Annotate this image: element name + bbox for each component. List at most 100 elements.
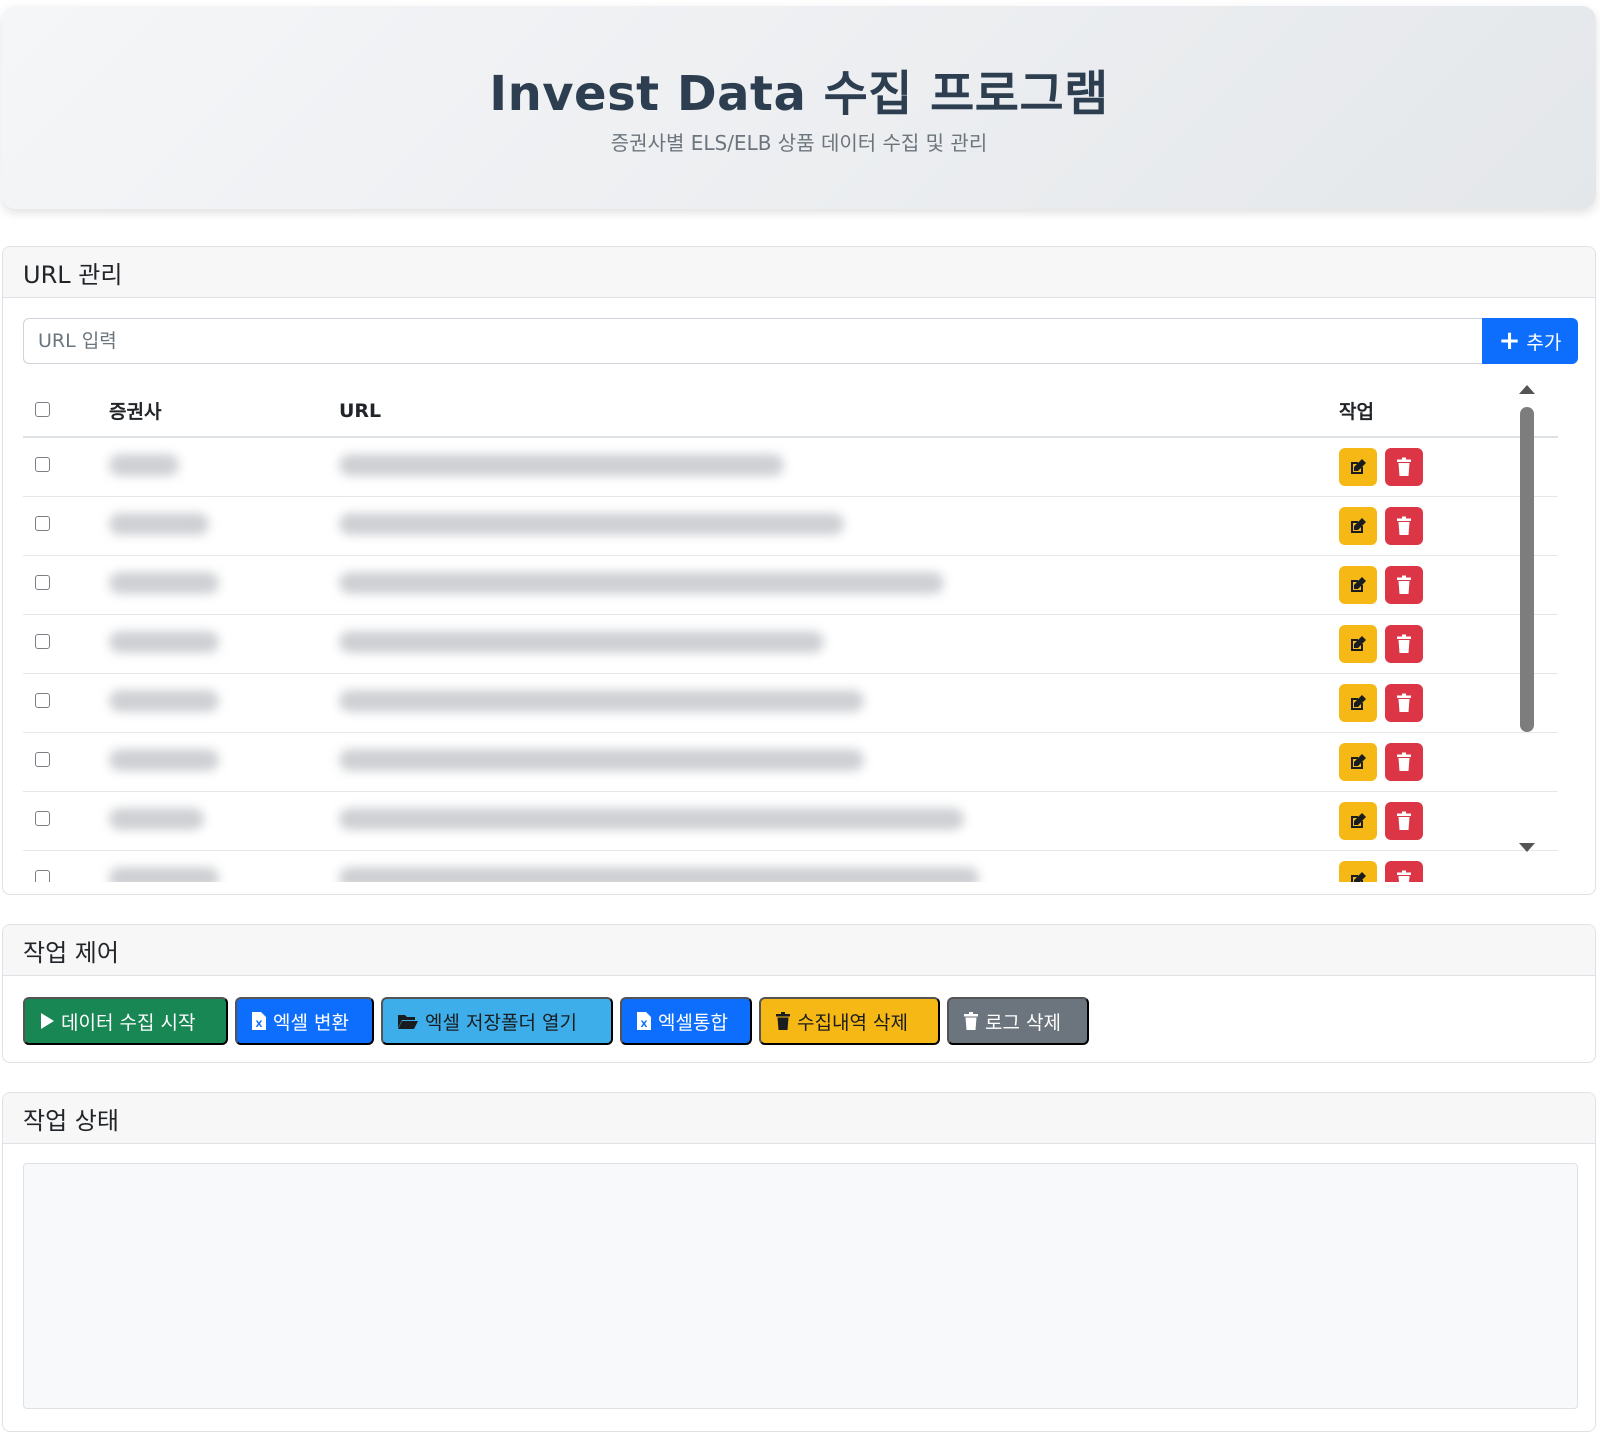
edit-button[interactable] <box>1339 447 1377 486</box>
start-collection-button[interactable]: 데이터 수집 시작 <box>23 997 228 1045</box>
start-collection-label: 데이터 수집 시작 <box>61 1011 196 1034</box>
url-cell <box>339 512 844 535</box>
url-cell <box>339 748 864 771</box>
delete-button[interactable] <box>1385 506 1423 545</box>
trash-icon <box>1397 457 1411 476</box>
edit-icon <box>1351 576 1366 592</box>
delete-log-button[interactable]: 로그 삭제 <box>947 997 1089 1045</box>
row-checkbox[interactable] <box>35 457 50 473</box>
edit-button[interactable] <box>1339 506 1377 545</box>
excel-convert-button[interactable]: X 엑셀 변환 <box>235 997 374 1045</box>
trash-icon <box>964 1012 978 1030</box>
open-excel-folder-label: 엑셀 저장폴더 열기 <box>425 1011 577 1034</box>
edit-icon <box>1351 812 1366 828</box>
url-table-container[interactable]: 증권사 URL 작업 <box>23 385 1558 882</box>
table-row[interactable] <box>23 614 1558 673</box>
row-checkbox[interactable] <box>35 575 50 590</box>
edit-button[interactable] <box>1339 860 1377 882</box>
scroll-up-arrow-icon[interactable] <box>1519 385 1535 394</box>
add-url-button[interactable]: + 추가 <box>1482 318 1578 364</box>
select-all-checkbox[interactable] <box>35 401 50 417</box>
task-status-card: 작업 상태 <box>2 1092 1596 1432</box>
delete-button[interactable] <box>1385 565 1423 604</box>
edit-button[interactable] <box>1339 801 1377 840</box>
table-header-row: 증권사 URL 작업 <box>23 385 1558 437</box>
company-cell <box>109 512 209 535</box>
url-input-group: + 추가 <box>23 318 1578 364</box>
table-row[interactable] <box>23 850 1558 882</box>
column-header-url[interactable]: URL <box>339 385 1339 437</box>
row-checkbox[interactable] <box>35 870 50 882</box>
row-checkbox[interactable] <box>35 516 50 531</box>
edit-button[interactable] <box>1339 742 1377 781</box>
open-excel-folder-button[interactable]: 엑셀 저장폴더 열기 <box>381 997 613 1045</box>
delete-history-label: 수집내역 삭제 <box>797 1011 908 1034</box>
task-control-card: 작업 제어 데이터 수집 시작 X 엑셀 변환 엑셀 저장폴더 열기 X 엑셀통… <box>2 924 1596 1063</box>
delete-history-button[interactable]: 수집내역 삭제 <box>759 997 940 1045</box>
trash-icon <box>1397 516 1411 535</box>
row-checkbox[interactable] <box>35 752 50 767</box>
delete-button[interactable] <box>1385 860 1423 882</box>
url-cell <box>339 571 944 594</box>
page-subtitle: 증권사별 ELS/ELB 상품 데이터 수집 및 관리 <box>610 131 988 155</box>
edit-icon <box>1351 458 1366 474</box>
trash-icon <box>1397 575 1411 594</box>
row-actions <box>1339 860 1558 882</box>
url-cell <box>339 453 784 476</box>
delete-button[interactable] <box>1385 624 1423 663</box>
edit-icon <box>1351 694 1366 710</box>
table-row[interactable] <box>23 791 1558 850</box>
scrollbar-thumb[interactable] <box>1520 407 1534 732</box>
svg-text:X: X <box>256 1020 263 1030</box>
delete-button[interactable] <box>1385 742 1423 781</box>
delete-button[interactable] <box>1385 801 1423 840</box>
trash-icon <box>1397 752 1411 771</box>
svg-text:X: X <box>641 1020 648 1030</box>
url-input[interactable] <box>23 318 1482 364</box>
row-checkbox[interactable] <box>35 634 50 649</box>
app-header: Invest Data 수집 프로그램 증권사별 ELS/ELB 상품 데이터 … <box>2 6 1596 209</box>
url-table: 증권사 URL 작업 <box>23 385 1558 882</box>
url-cell <box>339 866 979 882</box>
edit-icon <box>1351 871 1366 882</box>
edit-button[interactable] <box>1339 683 1377 722</box>
folder-open-icon <box>398 1015 418 1029</box>
plus-icon: + <box>1498 326 1521 356</box>
delete-button[interactable] <box>1385 683 1423 722</box>
table-scrollbar[interactable] <box>1516 385 1538 860</box>
edit-icon <box>1351 635 1366 651</box>
url-cell <box>339 630 824 653</box>
trash-icon <box>1397 634 1411 653</box>
status-log-area[interactable] <box>23 1163 1578 1409</box>
table-row[interactable] <box>23 437 1558 496</box>
scroll-down-arrow-icon[interactable] <box>1519 843 1535 852</box>
table-row[interactable] <box>23 555 1558 614</box>
company-cell <box>109 866 219 882</box>
edit-button[interactable] <box>1339 624 1377 663</box>
company-cell <box>109 571 219 594</box>
excel-merge-label: 엑셀통합 <box>658 1011 728 1034</box>
table-row[interactable] <box>23 732 1558 791</box>
trash-icon <box>1397 693 1411 712</box>
url-cell <box>339 807 964 830</box>
excel-file-icon: X <box>252 1012 266 1030</box>
excel-convert-label: 엑셀 변환 <box>273 1011 349 1034</box>
trash-icon <box>1397 811 1411 830</box>
trash-icon <box>776 1012 790 1030</box>
table-row[interactable] <box>23 496 1558 555</box>
task-control-title: 작업 제어 <box>3 925 1595 976</box>
play-icon <box>41 1013 54 1029</box>
excel-merge-button[interactable]: X 엑셀통합 <box>620 997 752 1045</box>
row-checkbox[interactable] <box>35 693 50 708</box>
company-cell <box>109 453 179 476</box>
add-url-label: 추가 <box>1526 331 1562 354</box>
edit-button[interactable] <box>1339 565 1377 604</box>
column-header-company[interactable]: 증권사 <box>109 385 339 437</box>
delete-button[interactable] <box>1385 447 1423 486</box>
row-checkbox[interactable] <box>35 811 50 826</box>
table-row[interactable] <box>23 673 1558 732</box>
company-cell <box>109 630 219 653</box>
url-table-body <box>23 437 1558 882</box>
url-management-card: URL 관리 + 추가 증권사 URL 작업 <box>2 246 1596 895</box>
company-cell <box>109 689 219 712</box>
